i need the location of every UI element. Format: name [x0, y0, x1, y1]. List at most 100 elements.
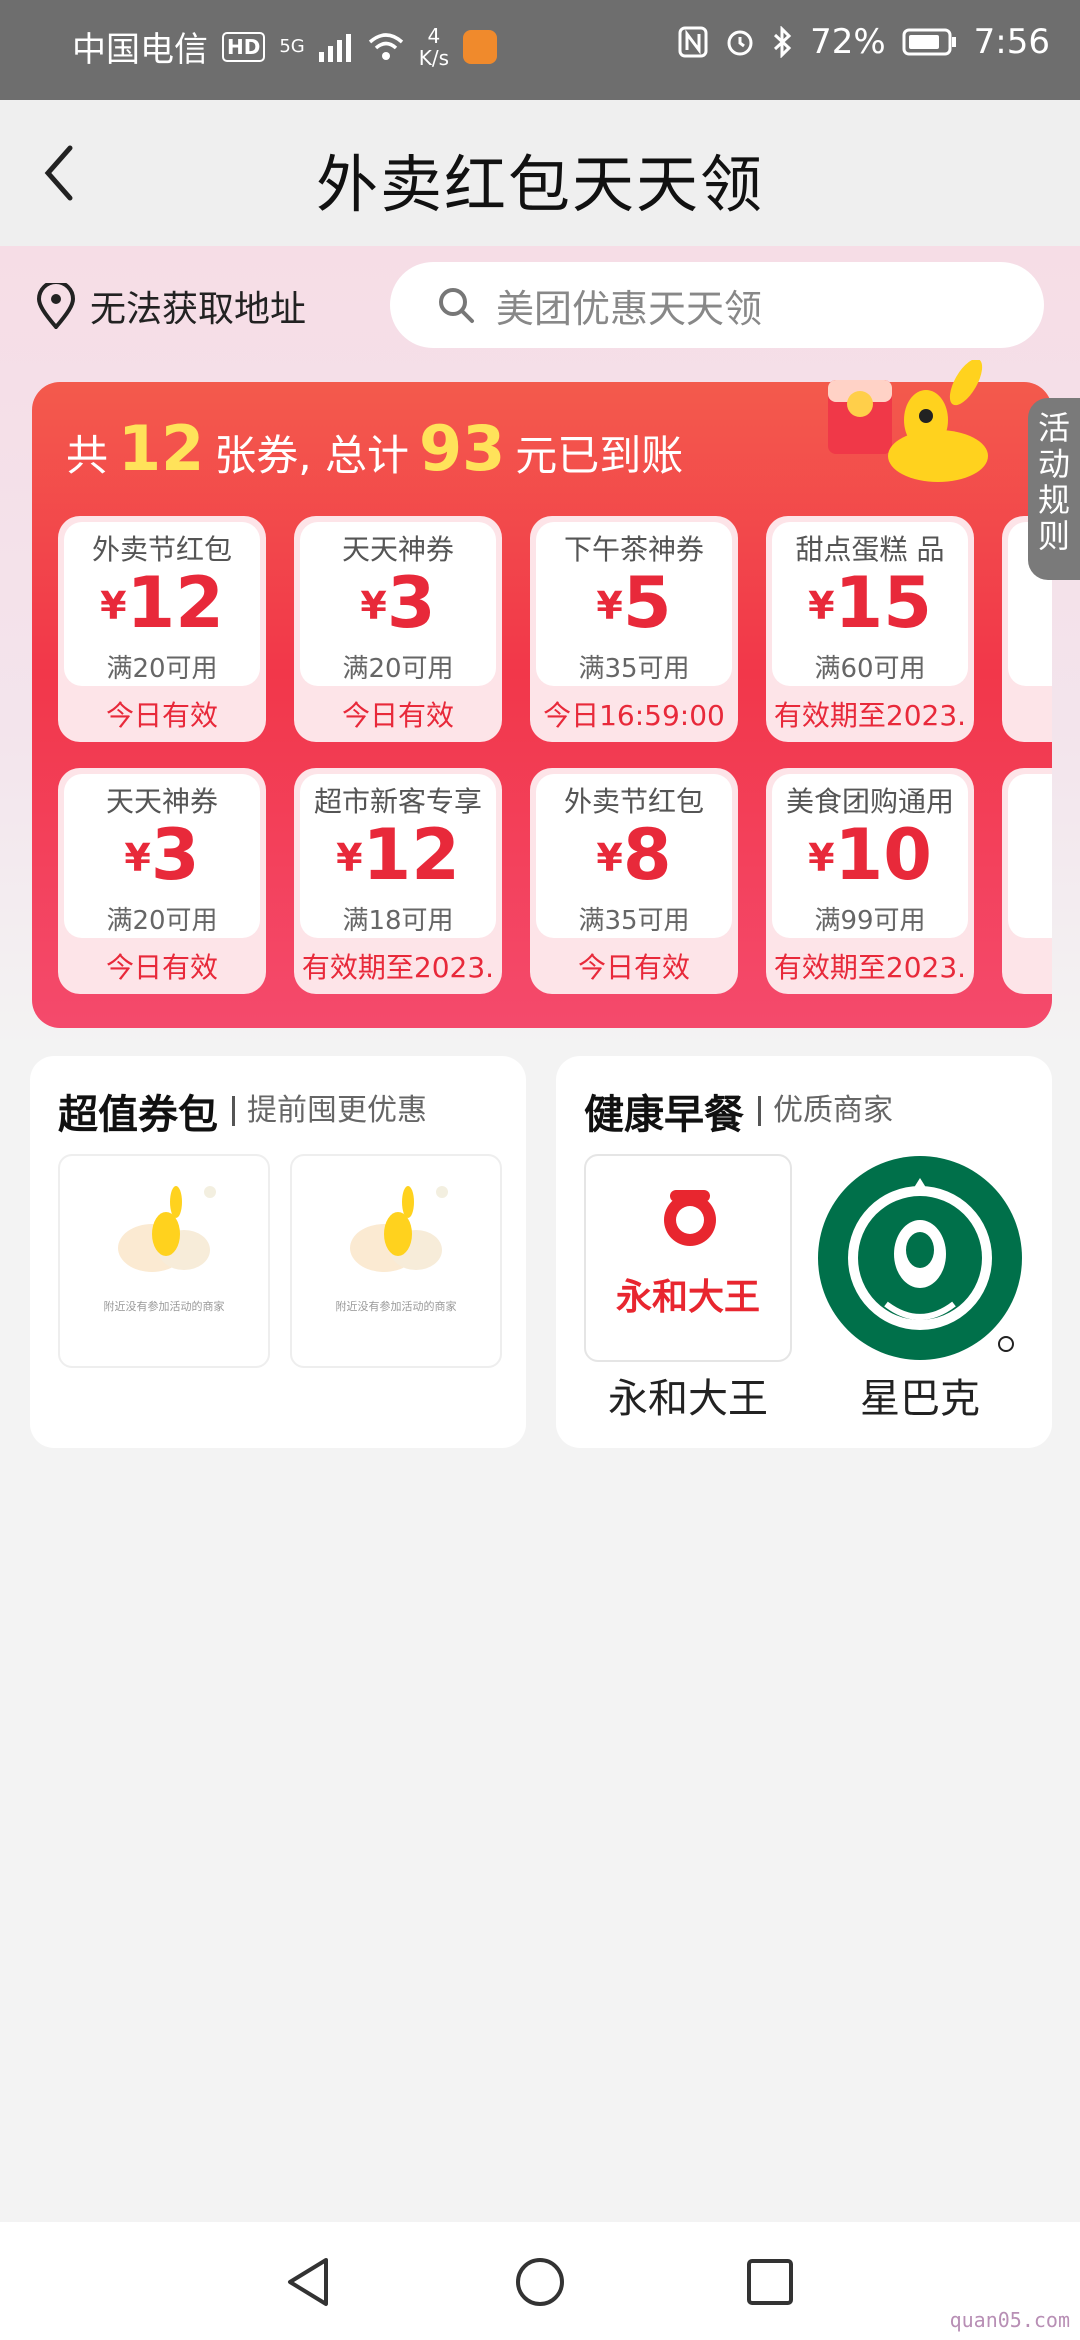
coupon-condition: 满20可用 — [106, 906, 218, 936]
coupon-card[interactable]: 甜点蛋糕 品 ¥15 满60可用 有效期至2023. — [766, 516, 974, 742]
coupon-card[interactable]: 天天神券 ¥3 满20可用 今日有效 — [58, 768, 266, 994]
voucher-pack-title: 超值券包 — [58, 1092, 218, 1138]
coupon-amount-value: 12 — [126, 562, 224, 644]
empty-state-mascot-icon — [350, 1186, 448, 1272]
search-placeholder: 美团优惠天天领 — [496, 286, 763, 331]
coupon-validity: 今日有效 — [105, 951, 218, 984]
coupon-amount: ¥15 — [766, 566, 974, 643]
coupon-amount-value: 12 — [362, 814, 460, 896]
coupon-validity: 今日有效 — [105, 699, 218, 732]
network-type: 5G — [279, 36, 305, 57]
search-input[interactable]: 美团优惠天天领 — [390, 262, 1044, 348]
coupon-amount-value: 8 — [622, 814, 672, 896]
coupon-condition: 满35可用 — [578, 654, 690, 684]
net-speed: 4 K/s — [419, 25, 449, 69]
coupon-condition: 满20可用 — [342, 654, 454, 684]
page-title: 外卖红包天天领 — [315, 148, 764, 221]
location-selector[interactable]: 无法获取地址 — [36, 280, 306, 332]
coupon-total: 93 — [419, 412, 506, 485]
coupon-validity: 有效期至2023. — [773, 951, 967, 984]
clock: 7:56 — [973, 22, 1050, 62]
speed-unit: K/s — [418, 45, 450, 70]
coupon-amount-value: 10 — [834, 814, 932, 896]
nav-back-icon[interactable] — [280, 2252, 340, 2312]
coupon-condition: 满18可用 — [342, 906, 454, 936]
coupon-condition: 满60可用 — [814, 654, 926, 684]
voucher-pack-card: 超值券包 提前囤更优惠 附近没有参加活动的商家 附近没有参加活动的商家 — [30, 1056, 526, 1448]
currency-symbol: ¥ — [124, 836, 151, 880]
coupon-card[interactable]: 天天神券 ¥3 满20可用 今日有效 — [294, 516, 502, 742]
coupon-validity: 有效期至2023. — [301, 951, 495, 984]
breakfast-header: 健康早餐 优质商家 — [584, 1082, 893, 1140]
currency-symbol: ¥ — [336, 836, 363, 880]
voucher-pack-item[interactable]: 附近没有参加活动的商家 — [58, 1154, 270, 1368]
status-bar: 中国电信 HD 5G 4 K/s 72% 7:56 — [0, 0, 1080, 100]
voucher-pack-header: 超值券包 提前囤更优惠 — [58, 1082, 427, 1140]
currency-symbol: ¥ — [596, 836, 623, 880]
speed-value: 4 — [427, 23, 441, 48]
nav-home-icon[interactable] — [510, 2252, 570, 2312]
watermark: quan05.com — [949, 2308, 1070, 2332]
mascot-envelope-icon — [828, 360, 988, 482]
summary-mid: 张券, 总计 — [214, 431, 409, 480]
coupon-validity: 有效期至2023. — [773, 699, 967, 732]
rules-tab[interactable]: 活动规则 — [1028, 398, 1080, 580]
coupon-card[interactable]: 美食团购通用 ¥10 满99可用 有效期至2023. — [766, 768, 974, 994]
coupon-amount: ¥3 — [58, 818, 266, 895]
empty-state-text: 附近没有参加活动的商家 — [103, 1300, 225, 1313]
system-nav-bar: quan05.com — [0, 2222, 1080, 2340]
currency-symbol: ¥ — [808, 584, 835, 628]
signal-icon — [318, 33, 351, 62]
brand-name[interactable]: 永和大王 — [584, 1366, 792, 1424]
wifi-icon — [368, 32, 403, 60]
coupon-card[interactable]: 外卖节红包 ¥8 满35可用 今日有效 — [530, 768, 738, 994]
coupon-amount-value: 15 — [834, 562, 932, 644]
coupon-condition: 满35可用 — [578, 906, 690, 936]
coupon-amount: ¥3 — [294, 566, 502, 643]
summary-suffix: 元已到账 — [515, 431, 684, 480]
battery-percent: 72% — [810, 22, 886, 62]
currency-symbol: ¥ — [100, 584, 127, 628]
title-bar: 外卖红包天天领 — [0, 100, 1080, 246]
coupon-validity: 今日有效 — [577, 951, 690, 984]
coupon-validity: 今日16:59:00 — [543, 699, 725, 732]
voucher-pack-item[interactable]: 附近没有参加活动的商家 — [290, 1154, 502, 1368]
starbucks-logo-icon[interactable] — [816, 1154, 1024, 1362]
coupon-amount: ¥5 — [530, 566, 738, 643]
coupon-amount: ¥12 — [294, 818, 502, 895]
hd-badge: HD — [222, 31, 266, 62]
location-text: 无法获取地址 — [90, 289, 307, 330]
coupon-face — [1008, 774, 1052, 938]
coupon-amount: ¥10 — [766, 818, 974, 895]
alarm-icon — [727, 30, 753, 56]
search-icon — [439, 288, 474, 323]
coupon-amount: ¥8 — [530, 818, 738, 895]
coupon-amount: ¥12 — [58, 566, 266, 643]
summary-prefix: 共 — [66, 431, 109, 480]
empty-state-text: 附近没有参加活动的商家 — [335, 1300, 457, 1313]
coupon-amount-value: 3 — [150, 814, 200, 896]
currency-symbol: ¥ — [596, 584, 623, 628]
coupon-count: 12 — [118, 412, 205, 485]
brand-name[interactable]: 星巴克 — [816, 1366, 1024, 1424]
coupon-condition: 满20可用 — [106, 654, 218, 684]
coupon-card[interactable]: 超市新客专享 ¥12 满18可用 有效期至2023. — [294, 768, 502, 994]
coupon-card[interactable]: 下午茶神券 ¥5 满35可用 今日16:59:00 — [530, 516, 738, 742]
location-pin-icon — [36, 283, 76, 329]
nfc-icon — [678, 26, 708, 58]
nav-recent-icon[interactable] — [740, 2252, 800, 2312]
breakfast-card: 健康早餐 优质商家 永和大王 永和大王 星巴克 — [556, 1056, 1052, 1448]
bluetooth-icon — [774, 26, 792, 58]
coupon-summary: 共 12 张券, 总计 93 元已到账 — [66, 412, 683, 485]
breakfast-subtitle: 优质商家 — [758, 1096, 893, 1126]
coupon-card-partial[interactable] — [1002, 768, 1052, 994]
yonghe-logo-text: 永和大王 — [615, 1277, 760, 1318]
currency-symbol: ¥ — [808, 836, 835, 880]
app-notification-icon — [463, 29, 498, 64]
yonghe-logo[interactable]: 永和大王 — [584, 1154, 792, 1362]
breakfast-title: 健康早餐 — [584, 1092, 744, 1138]
coupon-card[interactable]: 外卖节红包 ¥12 满20可用 今日有效 — [58, 516, 266, 742]
battery-icon — [902, 28, 956, 56]
voucher-pack-subtitle: 提前囤更优惠 — [232, 1096, 427, 1126]
coupon-validity: 今日有效 — [341, 699, 454, 732]
